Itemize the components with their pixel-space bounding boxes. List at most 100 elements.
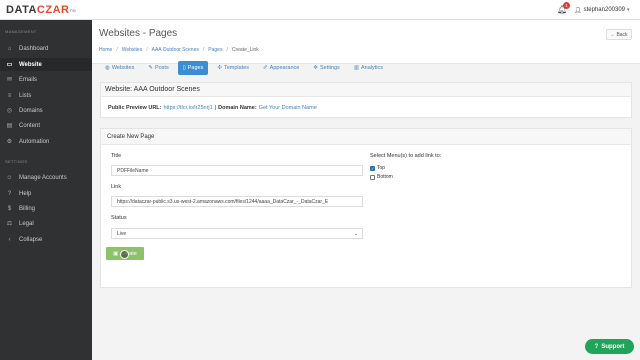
breadcrumb-separator: / bbox=[116, 47, 118, 53]
sidebar-item-help[interactable]: ? Help bbox=[0, 187, 92, 200]
pages-icon: ▯ bbox=[182, 65, 186, 71]
preview-url-label: Public Preview URL: bbox=[108, 105, 162, 111]
users-icon: ☺ bbox=[6, 174, 13, 181]
back-button[interactable]: ← Back bbox=[606, 29, 632, 40]
checkbox-top[interactable]: ✓ bbox=[370, 165, 375, 171]
title-input[interactable]: PDFFileName bbox=[111, 165, 363, 176]
dollar-icon: $ bbox=[7, 205, 12, 212]
website-info-panel: Website: AAA Outdoor Scenes Public Previ… bbox=[100, 82, 632, 118]
tab-label: Pages bbox=[187, 65, 204, 71]
puzzle-icon: ✣ bbox=[217, 65, 222, 71]
notification-badge: 1 bbox=[563, 2, 570, 9]
website-icon: ▭ bbox=[6, 62, 13, 68]
breadcrumb-site[interactable]: AAA Outdoor Scenes bbox=[152, 47, 199, 53]
sidebar-item-label: Emails bbox=[19, 76, 38, 83]
support-button[interactable]: ? Support bbox=[585, 339, 634, 354]
get-domain-link[interactable]: Get Your Domain Name bbox=[259, 105, 317, 111]
sidebar-item-manage-accounts[interactable]: ☺ Manage Accounts bbox=[0, 171, 92, 184]
create-page-panel: Create New Page bbox=[100, 128, 632, 288]
menu-option-top[interactable]: ✓ Top bbox=[370, 165, 385, 171]
menu-option-bottom[interactable]: Bottom bbox=[370, 174, 393, 180]
tab-templates[interactable]: ✣ Templates bbox=[212, 61, 254, 75]
tab-analytics[interactable]: ▥ Analytics bbox=[349, 61, 388, 75]
mail-icon: ✉ bbox=[6, 77, 13, 83]
status-label: Status bbox=[111, 215, 127, 221]
preview-url-link[interactable]: https://tlcr.io/lr25nrj1 bbox=[164, 105, 213, 111]
website-tabs: ◍ Websites ✎ Posts ▯ Pages ✣ Templates ✐ Appe… bbox=[100, 61, 388, 75]
tab-posts[interactable]: ✎ Posts bbox=[143, 61, 173, 75]
save-icon: ▣ bbox=[113, 250, 119, 257]
help-circle-icon: ? bbox=[594, 343, 599, 350]
separator: | bbox=[214, 105, 217, 111]
automation-icon: ⚙ bbox=[6, 139, 13, 145]
sidebar-item-legal[interactable]: ⚖ Legal bbox=[0, 217, 92, 230]
sidebar-item-collapse[interactable]: ‹ Collapse bbox=[0, 233, 92, 246]
title-label: Title bbox=[111, 153, 122, 159]
dataczar-logo[interactable]: DATA CZAR TM bbox=[6, 3, 76, 17]
breadcrumb: Home / Websites / AAA Outdoor Scenes / P… bbox=[99, 47, 259, 53]
sidebar-item-website[interactable]: ▭ Website bbox=[0, 58, 92, 71]
mouse-cursor bbox=[120, 250, 129, 259]
tab-label: Templates bbox=[223, 65, 250, 71]
chevron-down-icon: ⌄ bbox=[353, 230, 358, 237]
page-title: Websites - Pages bbox=[99, 28, 178, 39]
sidebar-item-content[interactable]: ▤ Content bbox=[0, 119, 92, 132]
gear-icon: ✲ bbox=[313, 65, 318, 71]
sidebar-item-billing[interactable]: $ Billing bbox=[0, 202, 92, 215]
chevron-left-icon: ‹ bbox=[8, 236, 11, 243]
breadcrumb-separator: / bbox=[202, 47, 205, 53]
sidebar-item-label: Legal bbox=[19, 220, 34, 227]
menu-option-label: Top bbox=[377, 165, 386, 171]
status-select[interactable]: Live ⌄ bbox=[111, 228, 363, 239]
sidebar-section-management: MANAGEMENT bbox=[5, 29, 37, 34]
breadcrumb-home[interactable]: Home bbox=[99, 47, 112, 53]
logo-text-data: DATA bbox=[6, 4, 37, 16]
user-menu[interactable]: 👤︎ stephan200309 ▾ bbox=[574, 5, 630, 15]
sidebar-item-domains[interactable]: ◎ Domains bbox=[0, 104, 92, 117]
breadcrumb-pages[interactable]: Pages bbox=[208, 47, 222, 53]
breadcrumb-current: Create_Link bbox=[231, 47, 259, 53]
sidebar-item-label: Dashboard bbox=[19, 45, 49, 52]
tab-pages[interactable]: ▯ Pages bbox=[177, 61, 209, 75]
sidebar-item-dashboard[interactable]: ⌂ Dashboard bbox=[0, 42, 92, 55]
tab-label: Websites bbox=[111, 65, 135, 71]
sidebar-item-label: Content bbox=[19, 122, 41, 129]
sidebar-item-label: Automation bbox=[19, 138, 50, 145]
globe-icon: ◍ bbox=[105, 65, 110, 71]
brush-icon: ✐ bbox=[263, 65, 268, 71]
menu-option-label: Bottom bbox=[377, 174, 393, 180]
bar-chart-icon: ▥ bbox=[353, 65, 360, 71]
user-icon: 👤︎ bbox=[574, 7, 582, 14]
logo-text-czar: CZAR bbox=[36, 4, 70, 16]
link-input[interactable]: https://dataczar-public.s3.us-west-2.ama… bbox=[111, 196, 363, 207]
document-icon: ▤ bbox=[6, 123, 13, 129]
breadcrumb-separator: / bbox=[146, 47, 148, 53]
sidebar-item-label: Collapse bbox=[19, 236, 43, 243]
top-bar: DATA CZAR TM 🔔︎ 1 👤︎ stephan200309 ▾ bbox=[0, 0, 640, 20]
tab-websites[interactable]: ◍ Websites bbox=[100, 61, 139, 75]
breadcrumb-websites[interactable]: Websites bbox=[122, 47, 142, 53]
sidebar: MANAGEMENT ⌂ Dashboard ▭ Website ✉ Emails ≡… bbox=[0, 20, 92, 360]
caret-down-icon: ▾ bbox=[627, 7, 630, 13]
sidebar-item-automation[interactable]: ⚙ Automation bbox=[0, 135, 92, 148]
tab-settings[interactable]: ✲ Settings bbox=[308, 61, 344, 75]
sidebar-item-label: Domains bbox=[19, 107, 43, 114]
main-content: Websites - Pages ← Back Home / Websites /… bbox=[92, 20, 640, 360]
sidebar-item-label: Help bbox=[19, 190, 32, 197]
menus-label: Select Menu(s) to add link to: bbox=[370, 153, 442, 159]
sidebar-item-lists[interactable]: ≡ Lists bbox=[0, 89, 92, 102]
sidebar-item-emails[interactable]: ✉ Emails bbox=[0, 73, 92, 86]
tab-label: Analytics bbox=[361, 65, 384, 71]
sidebar-item-label: Lists bbox=[19, 92, 32, 99]
help-icon: ? bbox=[7, 190, 12, 197]
create-panel-title: Create New Page bbox=[101, 129, 631, 145]
tab-appearance[interactable]: ✐ Appearance bbox=[258, 61, 304, 75]
website-panel-title: Website: AAA Outdoor Scenes bbox=[101, 83, 631, 97]
sidebar-item-label: Billing bbox=[19, 205, 36, 212]
page-header: Websites - Pages ← Back Home / Websites /… bbox=[92, 20, 640, 64]
tab-label: Settings bbox=[319, 65, 340, 71]
tab-label: Posts bbox=[154, 65, 169, 71]
support-label: Support bbox=[601, 343, 625, 350]
checkbox-bottom[interactable] bbox=[370, 174, 375, 180]
back-button-label: Back bbox=[616, 31, 628, 38]
